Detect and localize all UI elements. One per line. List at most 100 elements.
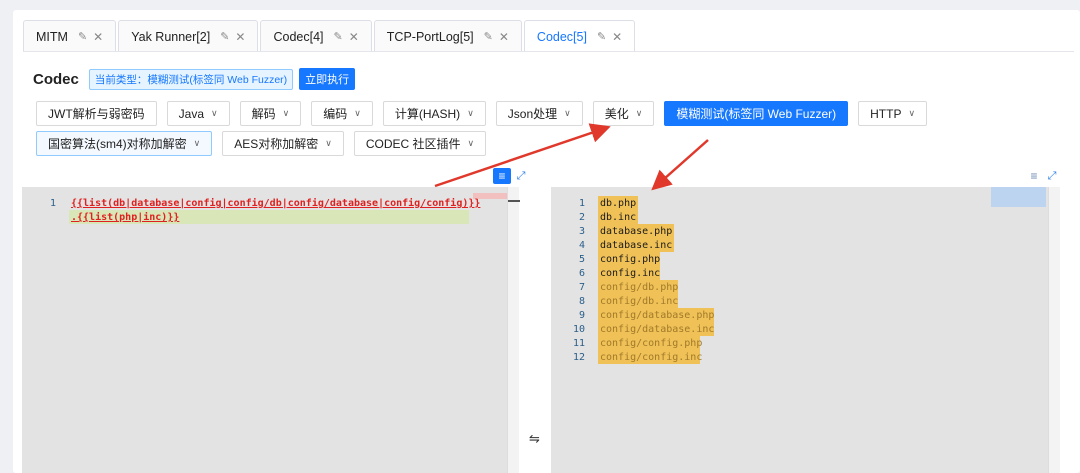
close-icon[interactable]: ✕ xyxy=(612,30,622,44)
community-plugin-dropdown[interactable]: CODEC 社区插件 ∨ xyxy=(353,131,487,156)
edit-icon[interactable]: ✎ xyxy=(334,30,343,43)
expand-icon[interactable]: ⤢ xyxy=(1043,168,1061,184)
output-line: database.php xyxy=(600,226,673,237)
codec-header: Codec 当前类型：模糊测试(标签同 Web Fuzzer) 立即执行 xyxy=(33,68,356,90)
editor-toolbar: ≡ ⤢ xyxy=(551,165,1060,187)
chevron-down-icon: ∨ xyxy=(635,108,643,118)
close-icon[interactable]: ✕ xyxy=(499,30,509,44)
line-number: 1 xyxy=(49,198,56,209)
chevron-down-icon: ∨ xyxy=(354,108,361,118)
toolbar-row-2: 国密算法(sm4)对称加解密 ∨ AES对称加解密 ∨ CODEC 社区插件 ∨ xyxy=(36,131,496,156)
output-line: config/database.php xyxy=(600,310,715,321)
output-line: db.inc xyxy=(600,212,637,223)
button-label: 解码 xyxy=(251,107,276,121)
close-icon[interactable]: ✕ xyxy=(235,30,245,44)
tab-bar: MITM ✎ ✕ Yak Runner[2] ✎ ✕ Codec[4] ✎ ✕ … xyxy=(23,20,637,52)
output-line: db.php xyxy=(600,198,637,209)
code-line: .{{list(php|inc)}} xyxy=(71,212,180,223)
chevron-down-icon: ∨ xyxy=(193,138,201,148)
button-label: AES对称加解密 xyxy=(234,137,319,151)
button-label: Json处理 xyxy=(507,107,558,121)
chevron-down-icon: ∨ xyxy=(211,108,218,118)
minimap[interactable] xyxy=(991,187,1046,207)
java-dropdown[interactable]: Java ∨ xyxy=(166,101,230,126)
output-line: config/database.inc xyxy=(600,324,715,335)
output-editor[interactable]: ≡ ⤢ 1 2 3 4 5 6 7 8 9 10 11 12 db.php db… xyxy=(551,165,1060,473)
tab-tcp-portlog[interactable]: TCP-PortLog[5] ✎ ✕ xyxy=(373,20,522,52)
tab-label: Codec[5] xyxy=(536,29,587,44)
chevron-down-icon: ∨ xyxy=(908,108,916,118)
scrollbar[interactable] xyxy=(507,187,520,473)
beautify-dropdown[interactable]: 美化 ∨ xyxy=(592,101,655,126)
tab-yak-runner[interactable]: Yak Runner[2] ✎ ✕ xyxy=(118,20,259,52)
hash-dropdown[interactable]: 计算(HASH) ∨ xyxy=(382,101,486,126)
execute-now-button[interactable]: 立即执行 xyxy=(299,68,356,90)
edit-icon[interactable]: ✎ xyxy=(597,30,606,43)
chevron-down-icon: ∨ xyxy=(467,138,475,148)
line-number: 3 xyxy=(578,226,585,237)
jwt-button[interactable]: JWT解析与弱密码 xyxy=(36,101,157,126)
line-number: 8 xyxy=(578,296,585,307)
tab-label: TCP-PortLog[5] xyxy=(386,29,474,44)
button-label: HTTP xyxy=(870,106,902,121)
line-number: 2 xyxy=(578,212,585,223)
json-dropdown[interactable]: Json处理 ∨ xyxy=(495,101,583,126)
line-number: 10 xyxy=(572,324,585,335)
tab-label: Yak Runner[2] xyxy=(131,29,211,44)
output-line: config/config.php xyxy=(600,338,703,349)
line-number: 12 xyxy=(572,352,585,363)
close-icon[interactable]: ✕ xyxy=(93,30,103,44)
line-number: 9 xyxy=(578,310,585,321)
output-line: config.php xyxy=(600,254,661,265)
tab-codec-5[interactable]: Codec[5] ✎ ✕ xyxy=(523,20,636,52)
button-label: JWT解析与弱密码 xyxy=(48,107,145,121)
http-dropdown[interactable]: HTTP ∨ xyxy=(858,101,928,126)
button-label: 美化 xyxy=(604,107,629,121)
edit-icon[interactable]: ✎ xyxy=(484,30,493,43)
button-label: 计算(HASH) xyxy=(394,107,461,121)
button-label: 国密算法(sm4)对称加解密 xyxy=(48,137,187,151)
button-label: CODEC 社区插件 xyxy=(365,137,461,151)
edit-icon[interactable]: ✎ xyxy=(78,30,87,43)
chevron-down-icon: ∨ xyxy=(282,108,290,118)
edit-icon[interactable]: ✎ xyxy=(220,30,229,43)
line-number: 11 xyxy=(572,338,585,349)
word-wrap-icon[interactable]: ≡ xyxy=(1025,168,1043,184)
encode-dropdown[interactable]: 编码 ∨ xyxy=(311,101,373,126)
chevron-down-icon: ∨ xyxy=(325,138,332,148)
chevron-down-icon: ∨ xyxy=(564,108,571,118)
aes-dropdown[interactable]: AES对称加解密 ∨ xyxy=(222,131,344,156)
line-number: 1 xyxy=(578,198,585,209)
output-line: config/config.inc xyxy=(600,352,703,363)
output-line: config.inc xyxy=(600,268,661,279)
output-line: database.inc xyxy=(600,240,673,251)
fuzz-test-button[interactable]: 模糊测试(标签同 Web Fuzzer) xyxy=(664,101,849,126)
current-type-badge: 当前类型：模糊测试(标签同 Web Fuzzer) xyxy=(88,68,294,90)
tab-mitm[interactable]: MITM ✎ ✕ xyxy=(23,20,117,52)
code-line: {{list(db|database|config|config/db|conf… xyxy=(71,198,481,209)
line-number: 7 xyxy=(578,282,585,293)
expand-icon[interactable]: ⤢ xyxy=(512,168,530,184)
scroll-position-marker xyxy=(508,200,520,202)
line-number: 6 xyxy=(578,268,585,279)
close-icon[interactable]: ✕ xyxy=(349,30,359,44)
sm4-dropdown[interactable]: 国密算法(sm4)对称加解密 ∨ xyxy=(36,131,213,156)
button-label: Java xyxy=(178,106,205,121)
tab-codec-4[interactable]: Codec[4] ✎ ✕ xyxy=(260,20,372,52)
scrollbar[interactable] xyxy=(1048,187,1060,473)
toolbar-row-1: JWT解析与弱密码 Java ∨ 解码 ∨ 编码 ∨ 计算(HASH) ∨ Json处理… xyxy=(36,101,937,126)
input-editor[interactable]: ≡ ⤢ 1 {{list(db|database|config|config/d… xyxy=(22,165,525,473)
output-line: config/db.inc xyxy=(600,296,679,307)
editor-body xyxy=(22,187,519,473)
swap-icon[interactable]: ⇋ xyxy=(529,431,540,447)
editor-toolbar: ≡ ⤢ xyxy=(22,165,525,187)
word-wrap-icon[interactable]: ≡ xyxy=(493,168,511,184)
tab-label: Codec[4] xyxy=(273,29,324,44)
button-label: 模糊测试(标签同 Web Fuzzer) xyxy=(676,107,837,121)
chevron-down-icon: ∨ xyxy=(467,108,474,118)
codec-panel: MITM ✎ ✕ Yak Runner[2] ✎ ✕ Codec[4] ✎ ✕ … xyxy=(13,10,1080,473)
decode-dropdown[interactable]: 解码 ∨ xyxy=(239,101,302,126)
button-label: 编码 xyxy=(323,107,348,121)
line-number: 4 xyxy=(578,240,585,251)
output-line: config/db.php xyxy=(600,282,679,293)
